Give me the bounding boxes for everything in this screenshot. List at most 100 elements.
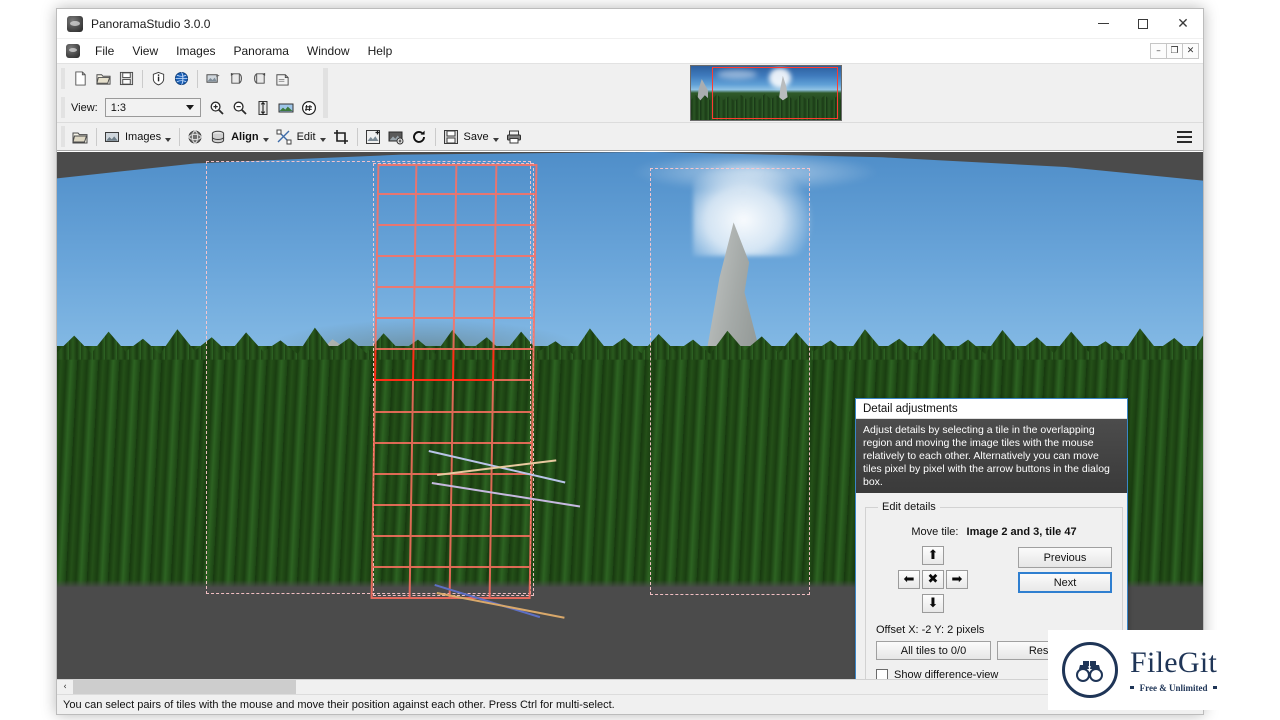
window-close-button[interactable]: ✕ [1163,9,1203,39]
zoom-out-button[interactable] [229,97,251,119]
toolbar-separator [142,69,143,88]
move-tile-value: Image 2 and 3, tile 47 [966,526,1077,538]
view-toolbar: View: 1:3 [57,93,321,122]
export-image-icon[interactable] [385,126,407,148]
edit-icon[interactable] [273,126,295,148]
menu-item-help[interactable]: Help [359,41,402,61]
move-left-button[interactable]: ⬅ [898,570,920,589]
new-project-button[interactable] [69,68,91,90]
panorama-canvas[interactable]: Detail adjustments Adjust details by sel… [57,151,1203,679]
mdi-minimize-button[interactable]: – [1150,43,1167,59]
chevron-down-icon[interactable] [492,137,499,142]
rule-right [1213,686,1218,689]
info-shield-icon[interactable] [147,68,169,90]
crop-icon[interactable] [330,126,352,148]
previous-button[interactable]: Previous [1018,547,1112,568]
chevron-down-icon [183,99,198,116]
scrollbar-thumb[interactable] [73,680,296,694]
fit-height-button[interactable] [252,97,274,119]
move-tile-label: Move tile: [911,526,959,538]
filegit-tagline-row: Free & Unlimited [1130,682,1218,693]
upper-toolbars: View: 1:3 [57,64,321,122]
document-icon [66,44,80,58]
rotate-right-icon[interactable] [248,68,270,90]
direction-pad: ⬆ ⬅ ✖ ➡ ⬇ [898,546,1018,618]
fit-window-button[interactable] [275,97,297,119]
toolbar-grip[interactable] [61,97,65,118]
help-globe-icon[interactable] [170,68,192,90]
main-toolbar: Images Align Edit Save [57,122,1203,151]
horizontal-scrollbar[interactable]: ‹ [57,679,1203,694]
floppy-save-icon[interactable] [440,126,462,148]
move-up-button[interactable]: ⬆ [922,546,944,565]
application-window: PanoramaStudio 3.0.0 ✕ File View Images … [56,8,1204,715]
menu-item-window[interactable]: Window [298,41,359,61]
show-difference-view-label: Show difference-view [894,669,999,679]
save-project-button[interactable] [115,68,137,90]
preview-sphere-icon[interactable] [184,126,206,148]
show-difference-view-checkbox[interactable] [876,669,888,679]
toolbar-separator [179,127,181,146]
view-zoom-select[interactable]: 1:3 [104,98,201,117]
zoom-in-button[interactable] [206,97,228,119]
menu-item-view[interactable]: View [123,41,167,61]
panorama-preview-thumbnail[interactable] [690,65,843,121]
view-zoom-value: 1:3 [110,101,126,114]
view-label: View: [71,101,98,114]
move-down-button[interactable]: ⬇ [922,594,944,613]
refresh-icon[interactable] [408,126,430,148]
menu-item-file[interactable]: File [86,41,123,61]
status-bar: You can select pairs of tiles with the m… [57,694,1203,714]
toolbar-separator [434,127,436,146]
actual-size-button[interactable] [298,97,320,119]
file-toolbar [57,64,321,93]
mdi-close-button[interactable]: ✕ [1182,43,1199,59]
window-minimize-button[interactable] [1083,9,1123,39]
toolbar-grip[interactable] [61,126,65,147]
next-button[interactable]: Next [1018,572,1112,593]
upper-toolbar-band: View: 1:3 [57,63,1203,122]
images-button-label: Images [125,130,162,143]
mdi-restore-button[interactable]: ❐ [1166,43,1183,59]
window-maximize-button[interactable] [1123,9,1163,39]
add-images-icon[interactable] [202,68,224,90]
title-bar: PanoramaStudio 3.0.0 ✕ [57,9,1203,39]
scroll-left-button[interactable]: ‹ [57,680,73,694]
menu-item-panorama[interactable]: Panorama [225,41,298,61]
menu-bar: File View Images Panorama Window Help – … [57,39,1203,63]
open-button[interactable] [69,126,91,148]
toolbar-separator [197,69,198,88]
align-button-label: Align [231,130,259,143]
reset-offset-button[interactable]: ✖ [922,570,944,589]
rotate-left-icon[interactable] [225,68,247,90]
controls-area: ⬆ ⬅ ✖ ➡ ⬇ Previous Next [876,546,1112,618]
menu-item-images[interactable]: Images [167,41,224,61]
preview-viewport-rect [712,67,839,119]
add-image-icon[interactable] [362,126,384,148]
edit-details-legend: Edit details [882,501,936,513]
camera-icon [67,15,83,32]
scrollbar-track[interactable] [73,680,1203,694]
window-title: PanoramaStudio 3.0.0 [91,16,211,31]
dialog-title: Detail adjustments [856,399,1127,419]
printer-icon[interactable] [503,126,525,148]
align-icon[interactable] [207,126,229,148]
hamburger-menu-icon[interactable] [1173,127,1195,147]
chevron-down-icon[interactable] [319,137,326,142]
chevron-down-icon[interactable] [262,137,269,142]
move-tile-row: Move tile: Image 2 and 3, tile 47 [876,526,1112,538]
binoculars-icon [1062,642,1118,698]
toolbar-separator [96,127,97,146]
panorama-preview-area [329,64,1203,122]
all-tiles-to-zero-button[interactable]: All tiles to 0/0 [876,641,991,660]
chevron-down-icon[interactable] [165,137,172,142]
open-folder-icon[interactable] [92,68,114,90]
move-right-button[interactable]: ➡ [946,570,968,589]
toolbar-grip[interactable] [61,68,65,89]
filegit-tagline: Free & Unlimited [1139,682,1208,693]
flip-image-icon[interactable] [271,68,293,90]
images-icon[interactable] [101,126,123,148]
cloud [693,160,814,256]
status-message: You can select pairs of tiles with the m… [63,698,615,711]
navigation-buttons: Previous Next [1018,546,1112,597]
